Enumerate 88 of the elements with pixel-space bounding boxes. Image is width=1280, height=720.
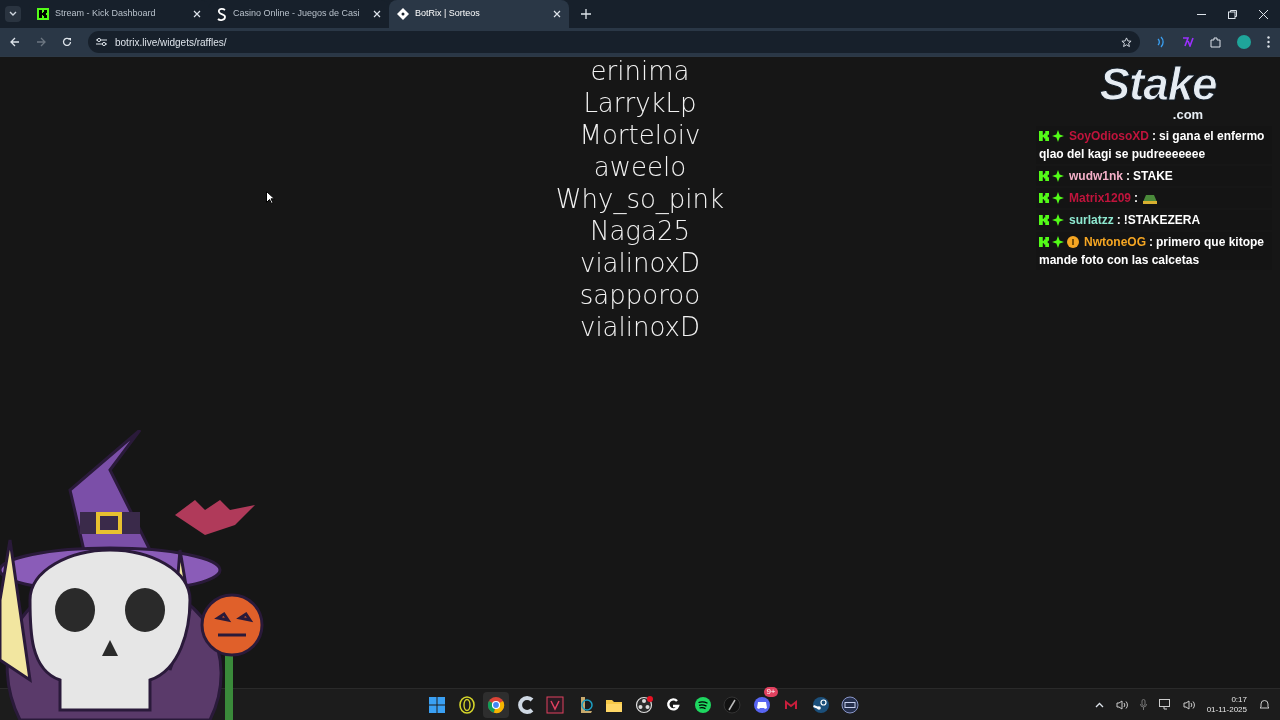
back-arrow-icon[interactable] bbox=[10, 37, 20, 47]
chat-colon: : bbox=[1134, 190, 1139, 207]
new-tab-icon[interactable] bbox=[581, 9, 591, 19]
slash-logo-icon bbox=[723, 695, 741, 714]
close-icon[interactable] bbox=[373, 10, 381, 18]
reload-icon[interactable] bbox=[62, 37, 72, 47]
restore-icon[interactable] bbox=[1228, 9, 1237, 19]
speaker-icon[interactable] bbox=[1115, 699, 1128, 710]
chat-username[interactable]: surlatzz bbox=[1069, 211, 1114, 229]
windows-logo-icon bbox=[428, 695, 446, 714]
kick-badge-icon bbox=[1039, 215, 1049, 225]
raffle-entry-name: Why_so_pink bbox=[555, 183, 725, 215]
s-logo-icon bbox=[217, 7, 227, 21]
star-icon[interactable] bbox=[1121, 36, 1132, 48]
clock-date: 01-11-2025 bbox=[1206, 704, 1247, 715]
kick-badge-icon bbox=[1039, 193, 1049, 203]
g-logo-icon bbox=[664, 695, 682, 714]
sound-waves-icon[interactable] bbox=[1156, 36, 1166, 48]
notification-count: 9+ bbox=[764, 686, 778, 697]
raffle-entry-name: Morteloiv bbox=[579, 119, 701, 151]
controller-logo-icon bbox=[752, 695, 771, 714]
steam-logo-icon bbox=[811, 695, 830, 714]
chat-colon: : bbox=[1116, 212, 1121, 229]
chevron-up-icon[interactable] bbox=[1094, 701, 1104, 708]
sparkle-badge-icon bbox=[1052, 170, 1064, 182]
raffle-entry-name: vialinoxD bbox=[580, 247, 700, 279]
sparkle-badge-icon bbox=[1052, 236, 1064, 248]
kick-badge-icon bbox=[1039, 171, 1049, 181]
tab-title: Stream - Kick Dashboard bbox=[55, 7, 157, 21]
chat-text: mande foto con las calcetas bbox=[1039, 252, 1200, 269]
clock-time: 0:17 bbox=[1231, 694, 1247, 705]
emote-icon bbox=[1141, 192, 1160, 204]
taskbar-app-button[interactable] bbox=[483, 691, 509, 718]
chat-text: STAKE bbox=[1133, 168, 1173, 185]
logo-domain: .com bbox=[1172, 108, 1204, 122]
tab-title: BotRix | Sorteos bbox=[415, 7, 481, 21]
sparkle-badge-icon bbox=[1052, 192, 1064, 204]
browser-logo-icon bbox=[487, 695, 505, 714]
chat-colon: : bbox=[1152, 128, 1156, 145]
keyboard-icon bbox=[841, 695, 859, 714]
diamond-logo-icon bbox=[397, 8, 409, 20]
raffle-entry-name: Naga25 bbox=[590, 215, 690, 247]
chevron-down-icon bbox=[9, 11, 17, 17]
microphone-icon[interactable] bbox=[1139, 699, 1147, 710]
record-logo-icon bbox=[634, 695, 653, 714]
close-icon[interactable] bbox=[1259, 9, 1268, 19]
browser-tab[interactable]: BotRix | Sorteos bbox=[389, 0, 569, 28]
chat-username[interactable]: wudw1nk bbox=[1069, 167, 1123, 185]
address-bar[interactable]: botrix.live/widgets/raffles/ bbox=[88, 31, 1140, 53]
coin-badge-icon bbox=[1067, 236, 1079, 248]
sparkle-badge-icon bbox=[1052, 214, 1064, 226]
puzzle-icon[interactable] bbox=[1210, 36, 1221, 48]
url-text: botrix.live/widgets/raffles/ bbox=[115, 35, 227, 50]
sparkle-badge-icon bbox=[1052, 130, 1064, 142]
notification-bell-icon[interactable] bbox=[1259, 699, 1270, 710]
c-logo-icon bbox=[516, 695, 535, 714]
chat-text: si gana el enfermo bbox=[1159, 128, 1265, 145]
raffle-entry-name: vialinoxD bbox=[580, 311, 700, 343]
chat-text: !STAKEZERA bbox=[1123, 212, 1201, 229]
kick-logo-icon bbox=[37, 8, 49, 20]
v-logo-icon bbox=[546, 695, 564, 714]
monitor-network-icon[interactable] bbox=[1158, 699, 1171, 710]
kick-badge-icon bbox=[1039, 237, 1049, 247]
raffle-entry-name: sapporoo bbox=[579, 279, 701, 311]
more-menu-icon[interactable] bbox=[1267, 36, 1270, 48]
speaker-icon[interactable] bbox=[1182, 699, 1195, 710]
clock[interactable]: 0:17 01-11-2025 bbox=[1206, 694, 1247, 715]
cursor-icon bbox=[266, 191, 275, 204]
chat-username[interactable]: NwtoneOG bbox=[1084, 233, 1146, 251]
kick-badge-icon bbox=[1039, 131, 1049, 141]
extension-logo-icon[interactable] bbox=[1182, 37, 1194, 47]
chat-colon: : bbox=[1149, 234, 1153, 251]
logo-wordmark: Stake bbox=[1099, 60, 1217, 108]
close-icon[interactable] bbox=[553, 10, 561, 18]
close-icon[interactable] bbox=[193, 10, 201, 18]
tab-list-button[interactable] bbox=[5, 6, 21, 22]
music-logo-icon bbox=[693, 695, 712, 714]
raffle-entry-name: aweelo bbox=[593, 151, 687, 183]
chat-text: qlao del kagi se pudreeeeeee bbox=[1039, 146, 1206, 163]
profile-avatar[interactable] bbox=[1237, 35, 1251, 49]
forward-arrow-icon[interactable] bbox=[36, 37, 46, 47]
site-settings-icon[interactable] bbox=[96, 37, 107, 47]
chat-colon: : bbox=[1126, 168, 1130, 185]
chat-text: primero que kitope bbox=[1156, 234, 1265, 251]
raffle-entry-name: LarrykLp bbox=[583, 87, 697, 119]
raffle-entry-name: erinima bbox=[590, 57, 690, 87]
tab-title: Casino Online - Juegos de Casi bbox=[233, 7, 361, 21]
ring-logo-icon bbox=[457, 695, 476, 714]
